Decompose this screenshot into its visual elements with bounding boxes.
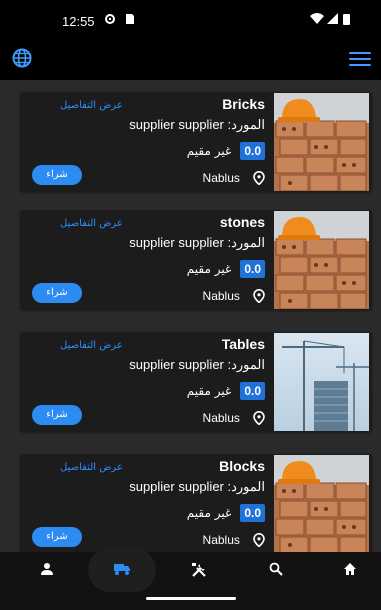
location-city: Nablus	[202, 288, 240, 303]
buy-button[interactable]: شراء	[32, 283, 82, 303]
location-pin-icon	[253, 288, 265, 303]
wifi-icon	[310, 13, 324, 28]
product-supplier: المورد: supplier supplier	[129, 357, 265, 372]
rating-row: 0.0 غير مقيم	[187, 258, 265, 278]
location-pin-icon	[253, 532, 265, 547]
product-supplier: المورد: supplier supplier	[129, 479, 265, 494]
gesture-home-indicator[interactable]	[146, 597, 236, 600]
product-image[interactable]	[274, 333, 369, 431]
product-image[interactable]	[274, 455, 369, 552]
buy-button[interactable]: شراء	[32, 405, 82, 425]
rating-badge: 0.0	[240, 381, 265, 400]
product-image[interactable]	[274, 211, 369, 309]
product-image[interactable]	[274, 93, 369, 191]
product-card: Bricks عرض التفاصيل المورد: supplier sup…	[20, 92, 372, 192]
rating-row: 0.0 غير مقيم	[187, 380, 265, 400]
product-title: Blocks	[219, 458, 265, 474]
truck-icon[interactable]	[111, 562, 133, 578]
product-supplier: المورد: supplier supplier	[129, 117, 265, 132]
product-location: Nablus	[202, 407, 265, 425]
view-details-link[interactable]: عرض التفاصيل	[60, 218, 123, 229]
rating-label: غير مقيم	[186, 505, 232, 520]
product-card: Tables عرض التفاصيل المورد: supplier sup…	[20, 332, 372, 432]
app-bar	[0, 44, 381, 80]
settings-status-icon	[104, 13, 116, 28]
rating-label: غير مقيم	[186, 143, 232, 158]
battery-icon	[343, 13, 350, 28]
location-pin-icon	[253, 410, 265, 425]
rating-label: غير مقيم	[186, 261, 232, 276]
tools-icon[interactable]	[188, 562, 210, 578]
location-city: Nablus	[202, 170, 240, 185]
app-screen: 12:55 Bricks عرض التفاصيل المورد: suppli…	[0, 0, 381, 610]
search-icon[interactable]	[265, 562, 287, 578]
location-pin-icon	[253, 170, 265, 185]
view-details-link[interactable]: عرض التفاصيل	[60, 340, 123, 351]
product-title: Tables	[221, 336, 265, 352]
rating-badge: 0.0	[240, 259, 265, 278]
product-card: stones عرض التفاصيل المورد: supplier sup…	[20, 210, 372, 310]
rating-label: غير مقيم	[186, 383, 232, 398]
rating-row: 0.0 غير مقيم	[187, 140, 265, 160]
product-card: Blocks عرض التفاصيل المورد: supplier sup…	[20, 454, 372, 552]
sim-card-icon	[125, 13, 135, 28]
product-location: Nablus	[202, 529, 265, 547]
status-bar: 12:55	[0, 0, 381, 44]
bottom-navigation	[0, 548, 381, 610]
product-title: stones	[219, 214, 265, 230]
view-details-link[interactable]: عرض التفاصيل	[60, 462, 123, 473]
product-list[interactable]: Bricks عرض التفاصيل المورد: supplier sup…	[0, 80, 381, 552]
buy-button[interactable]: شراء	[32, 165, 82, 185]
product-location: Nablus	[202, 167, 265, 185]
home-icon[interactable]	[339, 562, 361, 578]
globe-language-icon[interactable]	[12, 48, 32, 68]
signal-icon	[327, 13, 339, 28]
view-details-link[interactable]: عرض التفاصيل	[60, 100, 123, 111]
rating-badge: 0.0	[240, 503, 265, 522]
product-location: Nablus	[202, 285, 265, 303]
location-city: Nablus	[202, 410, 240, 425]
product-title: Bricks	[222, 96, 265, 112]
hamburger-menu-icon[interactable]	[349, 52, 371, 66]
buy-button[interactable]: شراء	[32, 527, 82, 547]
location-city: Nablus	[202, 532, 240, 547]
status-time: 12:55	[62, 14, 95, 29]
rating-badge: 0.0	[240, 141, 265, 160]
profile-icon[interactable]	[36, 562, 58, 578]
product-supplier: المورد: supplier supplier	[129, 235, 265, 250]
rating-row: 0.0 غير مقيم	[187, 502, 265, 522]
